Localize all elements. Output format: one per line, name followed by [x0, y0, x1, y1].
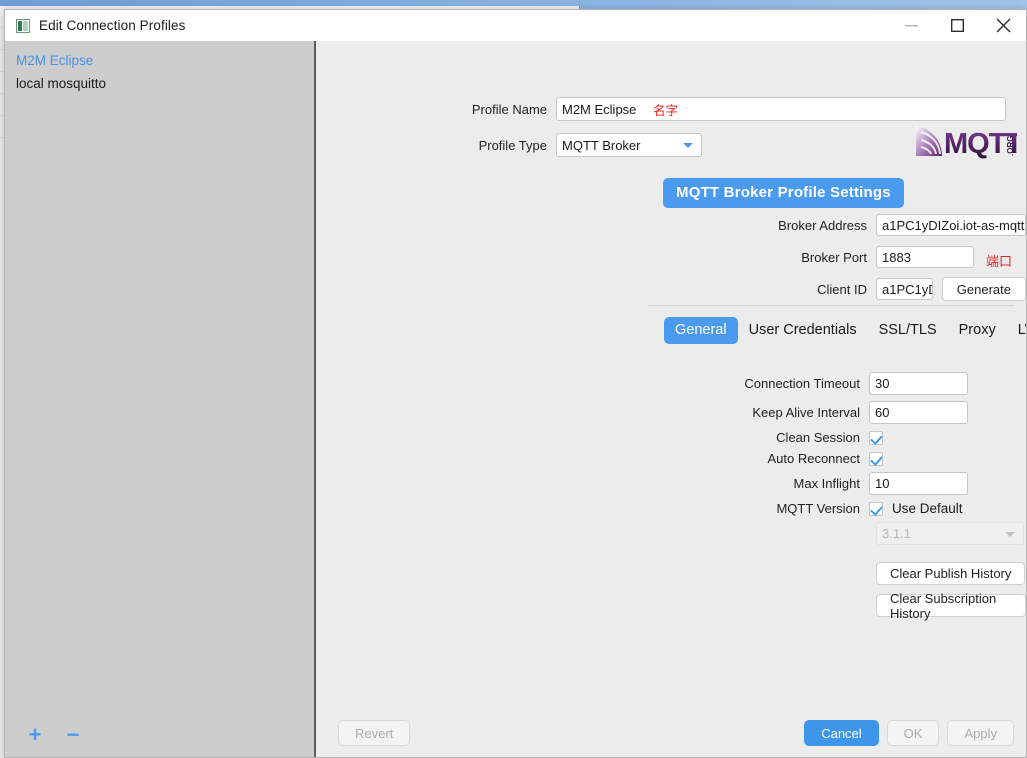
connection-timeout-row: Connection Timeout 30: [316, 372, 1026, 395]
broker-address-row: Broker Address a1PC1yDIZoi.iot-as-mqtt.c…: [316, 214, 1026, 236]
list-item[interactable]: M2M Eclipse: [5, 49, 314, 72]
clear-subscription-history-button[interactable]: Clear Subscription History: [876, 591, 1026, 621]
revert-button[interactable]: Revert: [338, 720, 411, 746]
client-id-label: Client ID: [817, 281, 867, 297]
profile-item-label: local mosquitto: [16, 76, 107, 91]
profile-type-row: Profile Type MQTT Broker: [316, 133, 1026, 157]
keep-alive-interval-label: Keep Alive Interval: [752, 405, 860, 420]
mqtt-version-value: 3.1.1: [882, 526, 911, 541]
profile-name-row: Profile Name M2M Eclipse 名字: [316, 97, 1026, 121]
broker-port-annotation: 端口: [986, 254, 1013, 269]
mqtt-version-label: MQTT Version: [776, 501, 860, 516]
profile-name-value: M2M Eclipse: [562, 101, 637, 117]
client-id-input[interactable]: a1PC1yDIZoi.hMdcyQzFeEa86qEwmOhf|securem: [876, 278, 933, 300]
chevron-down-icon: [683, 143, 693, 148]
tab-general[interactable]: General: [664, 317, 738, 344]
broker-port-row: Broker Port 1883: [316, 246, 1026, 268]
keep-alive-interval-input[interactable]: 60: [869, 401, 968, 424]
keep-alive-interval-row: Keep Alive Interval 60: [316, 401, 1026, 424]
auto-reconnect-row: Auto Reconnect: [316, 451, 1026, 466]
dialog-footer: Revert Cancel OK Apply: [316, 709, 1026, 757]
mqtt-version-select-row: 3.1.1: [316, 522, 1026, 545]
profile-name-input[interactable]: M2M Eclipse 名字: [556, 97, 1006, 121]
max-inflight-label: Max Inflight: [793, 476, 860, 491]
section-divider: [648, 305, 1014, 306]
auto-reconnect-label: Auto Reconnect: [767, 451, 860, 466]
list-item[interactable]: local mosquitto: [5, 72, 314, 95]
profile-list: M2M Eclipse local mosquitto: [5, 41, 314, 713]
tab-user-credentials[interactable]: User Credentials: [738, 317, 868, 344]
clear-subscription-history-row: Clear Subscription History: [316, 591, 1026, 621]
profile-item-label: M2M Eclipse: [16, 53, 94, 68]
broker-port-input[interactable]: 1883: [876, 246, 974, 268]
minimize-icon[interactable]: [888, 10, 934, 41]
profile-name-annotation: 名字: [653, 104, 679, 118]
general-tab-panel: Connection Timeout 30 Keep Alive Interva…: [316, 372, 1026, 626]
ok-button[interactable]: OK: [886, 720, 940, 746]
maximize-icon[interactable]: [934, 10, 980, 41]
add-profile-button[interactable]: +: [25, 724, 45, 746]
broker-address-label: Broker Address: [778, 217, 867, 233]
broker-address-input[interactable]: a1PC1yDIZoi.iot-as-mqtt.cn-shanghai.aliy…: [876, 214, 1026, 236]
profile-settings-panel: MQTT .ORG Profile Name M2M Eclipse 名字 Pr…: [316, 41, 1026, 757]
remove-profile-button[interactable]: −: [63, 724, 83, 746]
connection-timeout-label: Connection Timeout: [744, 376, 860, 391]
profile-type-value: MQTT Broker: [562, 137, 641, 153]
clear-publish-history-button[interactable]: Clear Publish History: [876, 562, 1026, 585]
clear-publish-history-row: Clear Publish History: [316, 562, 1026, 585]
tab-ssl-tls[interactable]: SSL/TLS: [868, 317, 948, 344]
app-window-icon: [16, 18, 30, 33]
use-default-label: Use Default: [892, 501, 963, 516]
edit-connection-profiles-dialog: Edit Connection Profiles M2M Eclipse loc…: [4, 9, 1027, 758]
profile-list-sidebar: M2M Eclipse local mosquitto + −: [5, 41, 316, 757]
profile-type-label: Profile Type: [478, 137, 547, 153]
sidebar-toolbar: + −: [5, 713, 314, 757]
clean-session-checkbox[interactable]: [869, 430, 883, 445]
history-buttons-group: Clear Publish History Clear Subscription…: [316, 562, 1026, 621]
clean-session-row: Clean Session: [316, 430, 1026, 445]
cancel-button[interactable]: Cancel: [804, 720, 879, 746]
client-id-row: Client ID a1PC1yDIZoi.hMdcyQzFeEa86qEwmO…: [316, 277, 1026, 301]
connection-timeout-input[interactable]: 30: [869, 372, 968, 395]
profile-name-label: Profile Name: [471, 101, 547, 117]
footer-actions: Cancel OK Apply: [804, 720, 1014, 746]
max-inflight-input[interactable]: 10: [869, 472, 968, 495]
max-inflight-row: Max Inflight 10: [316, 472, 1026, 495]
section-banner: MQTT Broker Profile Settings: [663, 178, 904, 208]
broker-port-label: Broker Port: [801, 249, 867, 265]
close-icon[interactable]: [980, 10, 1026, 41]
apply-button[interactable]: Apply: [947, 720, 1014, 746]
mqtt-version-row: MQTT Version Use Default: [316, 501, 1026, 516]
auto-reconnect-checkbox[interactable]: [869, 451, 883, 466]
chevron-down-icon: [1005, 531, 1015, 537]
use-default-checkbox[interactable]: [869, 501, 883, 516]
window-controls: [888, 10, 1026, 41]
mqtt-version-select[interactable]: 3.1.1: [876, 522, 1024, 545]
form-area: MQTT .ORG Profile Name M2M Eclipse 名字 Pr…: [316, 41, 1026, 709]
profile-type-select[interactable]: MQTT Broker: [556, 133, 702, 157]
tab-lwt[interactable]: LWT: [1007, 317, 1026, 344]
clean-session-label: Clean Session: [776, 430, 860, 445]
page-title: Edit Connection Profiles: [39, 18, 186, 33]
settings-tabs: General User Credentials SSL/TLS Proxy L…: [664, 317, 1026, 344]
tab-proxy[interactable]: Proxy: [948, 317, 1007, 344]
title-bar: Edit Connection Profiles: [5, 10, 1026, 41]
generate-client-id-button[interactable]: Generate: [941, 277, 1026, 301]
